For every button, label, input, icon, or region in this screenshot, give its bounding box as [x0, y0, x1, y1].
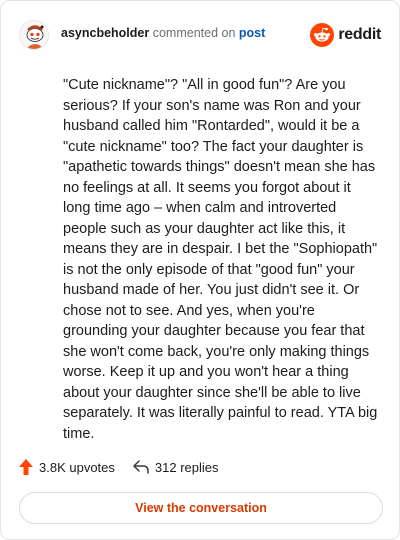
reddit-wordmark: reddit — [338, 26, 381, 43]
comment-header: asyncbeholder commented on post reddit — [19, 19, 381, 51]
user-avatar[interactable] — [19, 20, 49, 50]
upvote-arrow-icon — [19, 459, 33, 475]
comment-actions: 3.8K upvotes 312 replies — [19, 457, 219, 477]
view-conversation-button[interactable]: View the conversation — [19, 492, 383, 524]
comment-card: asyncbeholder commented on post reddit "… — [0, 0, 400, 540]
replies-button[interactable]: 312 replies — [133, 460, 219, 475]
comment-meta: asyncbeholder commented on post — [61, 25, 265, 41]
upvotes-count: 3.8K upvotes — [39, 459, 115, 475]
comment-body: "Cute nickname"? "All in good fun"? Are … — [63, 77, 378, 442]
snoo-avatar-icon — [20, 21, 48, 49]
reddit-brand[interactable]: reddit — [310, 23, 381, 47]
upvote-button[interactable]: 3.8K upvotes — [19, 459, 115, 475]
post-link[interactable]: post — [239, 26, 265, 40]
replies-count: 312 replies — [154, 459, 219, 475]
commented-on-text: commented on — [152, 26, 236, 40]
reply-arrow-icon — [133, 460, 149, 474]
username[interactable]: asyncbeholder — [61, 26, 149, 40]
reddit-logo-icon — [310, 23, 335, 47]
